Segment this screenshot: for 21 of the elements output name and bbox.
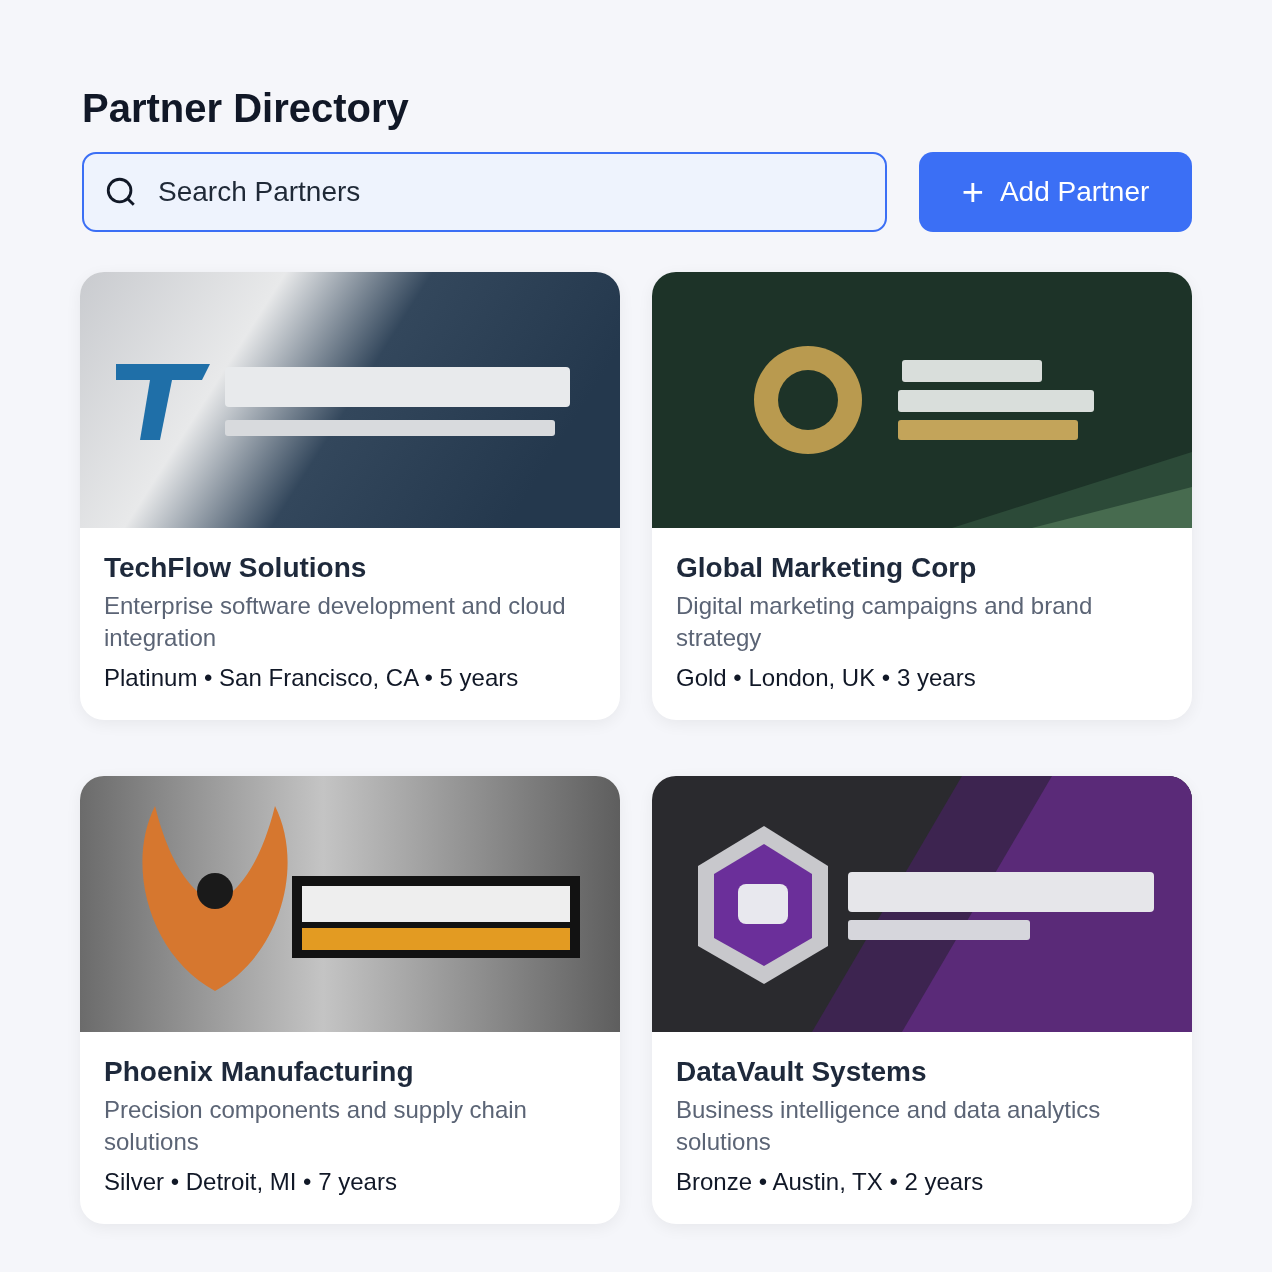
partner-card[interactable]: Phoenix Manufacturing Precision components and supply chain solutions Silver • Detroit, MI • 7 years xyxy=(80,776,620,1224)
partner-name: DataVault Systems xyxy=(676,1055,928,1089)
partner-description: Business intelligence and data analytics solutions xyxy=(676,1095,1102,1157)
page-title: Partner Directory xyxy=(82,85,410,132)
partner-meta: Bronze • Austin, TX • 2 years xyxy=(676,1167,985,1197)
partner-card[interactable]: DataVault Systems Business intelligence and data analytics solutions Bronze • Austin, TX • 2 years xyxy=(652,776,1192,1224)
plus-icon: + xyxy=(961,173,984,211)
partner-name: TechFlow Solutions xyxy=(104,551,368,585)
partner-card[interactable]: Global Marketing Corp Digital marketing campaigns and brand strategy Gold • London, UK • 3 years xyxy=(652,272,1192,720)
search-icon xyxy=(104,175,138,209)
partner-name: Global Marketing Corp xyxy=(676,551,978,585)
partner-card[interactable]: TechFlow Solutions Enterprise software development and cloud integration Platinum • San Francisco, CA • 5 years xyxy=(80,272,620,720)
partner-description: Enterprise software development and cloud integration xyxy=(104,591,567,653)
add-partner-button[interactable]: + Add Partner xyxy=(919,152,1192,232)
partner-description: Precision components and supply chain solutions xyxy=(104,1095,528,1157)
partner-meta: Platinum • San Francisco, CA • 5 years xyxy=(104,663,520,693)
partner-meta: Gold • London, UK • 3 years xyxy=(676,663,977,693)
search-field[interactable]: Search Partners xyxy=(82,152,887,232)
partner-name: Phoenix Manufacturing xyxy=(104,1055,415,1089)
partner-meta: Silver • Detroit, MI • 7 years xyxy=(104,1167,398,1197)
partner-description: Digital marketing campaigns and brand strategy xyxy=(676,591,1094,653)
